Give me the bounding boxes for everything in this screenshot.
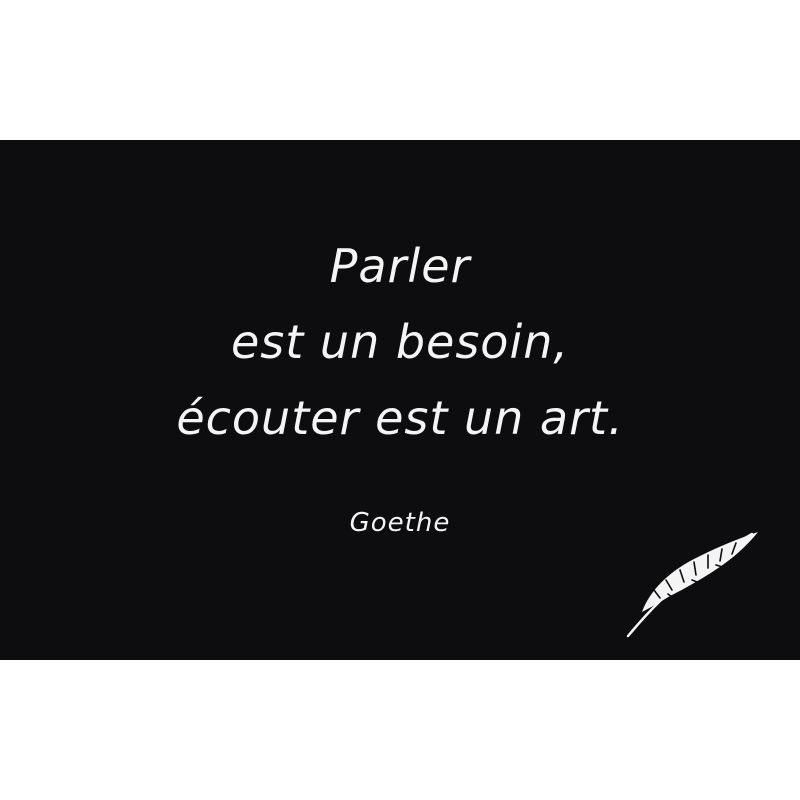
quote-card: Parler est un besoin, écouter est un art… [0, 140, 800, 660]
feather-quill-icon [626, 532, 758, 638]
quote-line-3: écouter est un art. [176, 391, 624, 445]
quote-line-1: Parler [329, 239, 471, 293]
quote-text: Parler est un besoin, écouter est un art… [0, 228, 800, 456]
quote-line-2: est un besoin, [230, 315, 570, 369]
